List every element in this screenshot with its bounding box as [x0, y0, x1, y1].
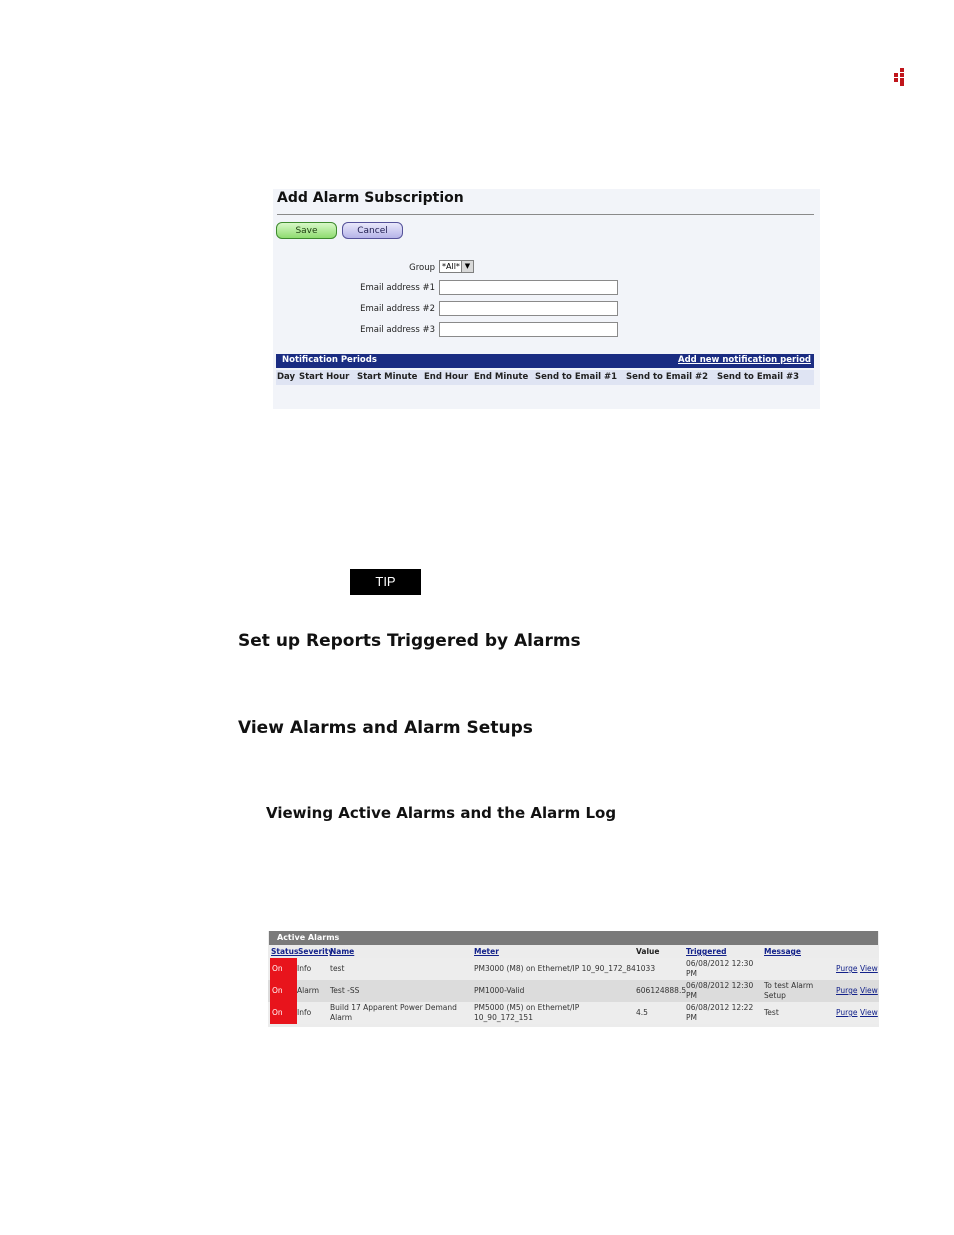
severity-cell: Info: [297, 1008, 312, 1017]
purge-link[interactable]: Purge: [836, 1008, 857, 1018]
column-header-message[interactable]: Message: [764, 947, 801, 956]
email3-label: Email address #3: [360, 325, 435, 335]
triggered-cell: 06/08/2012 12:30: [686, 959, 754, 968]
email1-field[interactable]: [439, 280, 618, 295]
table-row: On Info test PM3000 (M8) on Ethernet/IP …: [268, 958, 879, 980]
triggered-cell-line2: PM: [686, 969, 697, 978]
status-badge: On: [270, 958, 297, 980]
tip-badge: TIP: [350, 569, 421, 595]
column-header-day: Day: [277, 372, 296, 382]
column-header-value: Value: [636, 947, 660, 956]
add-notification-period-link[interactable]: Add new notification period: [678, 355, 811, 365]
column-header-end-minute: End Minute: [474, 372, 529, 382]
severity-cell: Alarm: [297, 986, 320, 995]
save-button[interactable]: Save: [276, 222, 337, 239]
divider: [277, 214, 814, 215]
heading-active-alarms-log: Viewing Active Alarms and the Alarm Log: [266, 804, 617, 822]
cancel-button[interactable]: Cancel: [342, 222, 403, 239]
column-header-send-email-1: Send to Email #1: [535, 372, 618, 382]
heading-view-alarms: View Alarms and Alarm Setups: [238, 718, 533, 738]
view-link[interactable]: View: [860, 986, 878, 996]
purge-link[interactable]: Purge: [836, 986, 857, 996]
heading-reports: Set up Reports Triggered by Alarms: [238, 631, 581, 651]
column-header-severity[interactable]: Severity: [298, 947, 333, 956]
column-header-triggered[interactable]: Triggered: [686, 947, 727, 956]
name-cell: Test -SS: [330, 986, 360, 995]
column-header-send-email-2: Send to Email #2: [626, 372, 709, 382]
triggered-cell: 06/08/2012 12:22: [686, 1003, 754, 1012]
column-header-send-email-3: Send to Email #3: [717, 372, 800, 382]
column-header-end-hour: End Hour: [424, 372, 469, 382]
name-cell: Build 17 Apparent Power Demand: [330, 1003, 457, 1012]
active-alarms-title-bar: Active Alarms: [269, 931, 878, 945]
severity-cell: Info: [297, 964, 312, 973]
panel-title: Add Alarm Subscription: [277, 190, 464, 206]
name-cell-line2: Alarm: [330, 1013, 353, 1022]
value-cell: 1033: [636, 964, 656, 973]
value-cell: 606124888.5: [636, 986, 687, 995]
group-label: Group: [409, 263, 435, 273]
view-link[interactable]: View: [860, 964, 878, 974]
status-badge: On: [270, 1002, 297, 1024]
status-badge: On: [270, 980, 297, 1002]
purge-link[interactable]: Purge: [836, 964, 857, 974]
active-alarms-title: Active Alarms: [277, 933, 340, 942]
email2-label: Email address #2: [360, 304, 435, 314]
email2-field[interactable]: [439, 301, 618, 316]
notification-periods-header: Day Start Hour Start Minute End Hour End…: [276, 370, 814, 385]
meter-cell: PM1000-Valid: [474, 986, 525, 995]
column-header-start-minute: Start Minute: [357, 372, 418, 382]
column-header-start-hour: Start Hour: [299, 372, 350, 382]
meter-cell-line2: 10_90_172_151: [474, 1013, 533, 1022]
view-link[interactable]: View: [860, 1008, 878, 1018]
message-cell: Test: [764, 1008, 779, 1017]
active-alarms-table: Active Alarms Status Severity Name Meter…: [268, 931, 879, 1027]
table-row: On Info Build 17 Apparent Power Demand A…: [268, 1002, 879, 1024]
message-cell: To test Alarm: [764, 981, 814, 990]
add-alarm-subscription-panel: Add Alarm Subscription Save Cancel Group…: [273, 189, 820, 409]
value-cell: 4.5: [636, 1008, 648, 1017]
name-cell: test: [330, 964, 345, 973]
email1-label: Email address #1: [360, 283, 435, 293]
message-cell-line2: Setup: [764, 991, 786, 1000]
column-header-meter[interactable]: Meter: [474, 947, 499, 956]
active-alarms-header: Status Severity Name Meter Value Trigger…: [268, 946, 879, 957]
meter-cell: PM5000 (M5) on Ethernet/IP: [474, 1003, 580, 1012]
meter-cell: PM3000 (M8) on Ethernet/IP 10_90_172_84: [474, 964, 636, 973]
column-header-status[interactable]: Status: [271, 947, 298, 956]
email3-field[interactable]: [439, 322, 618, 337]
chevron-down-icon[interactable]: ▼: [461, 261, 473, 272]
triggered-cell: 06/08/2012 12:30: [686, 981, 754, 990]
notification-periods-title: Notification Periods: [282, 355, 377, 365]
triggered-cell-line2: PM: [686, 991, 697, 1000]
brand-logo: [892, 68, 906, 86]
triggered-cell-line2: PM: [686, 1013, 697, 1022]
notification-periods-bar: Notification Periods Add new notificatio…: [276, 354, 814, 368]
group-select[interactable]: *All* ▼: [439, 260, 474, 273]
group-select-value: *All*: [442, 262, 460, 271]
column-header-name[interactable]: Name: [330, 947, 354, 956]
table-row: On Alarm Test -SS PM1000-Valid 606124888…: [268, 980, 879, 1002]
